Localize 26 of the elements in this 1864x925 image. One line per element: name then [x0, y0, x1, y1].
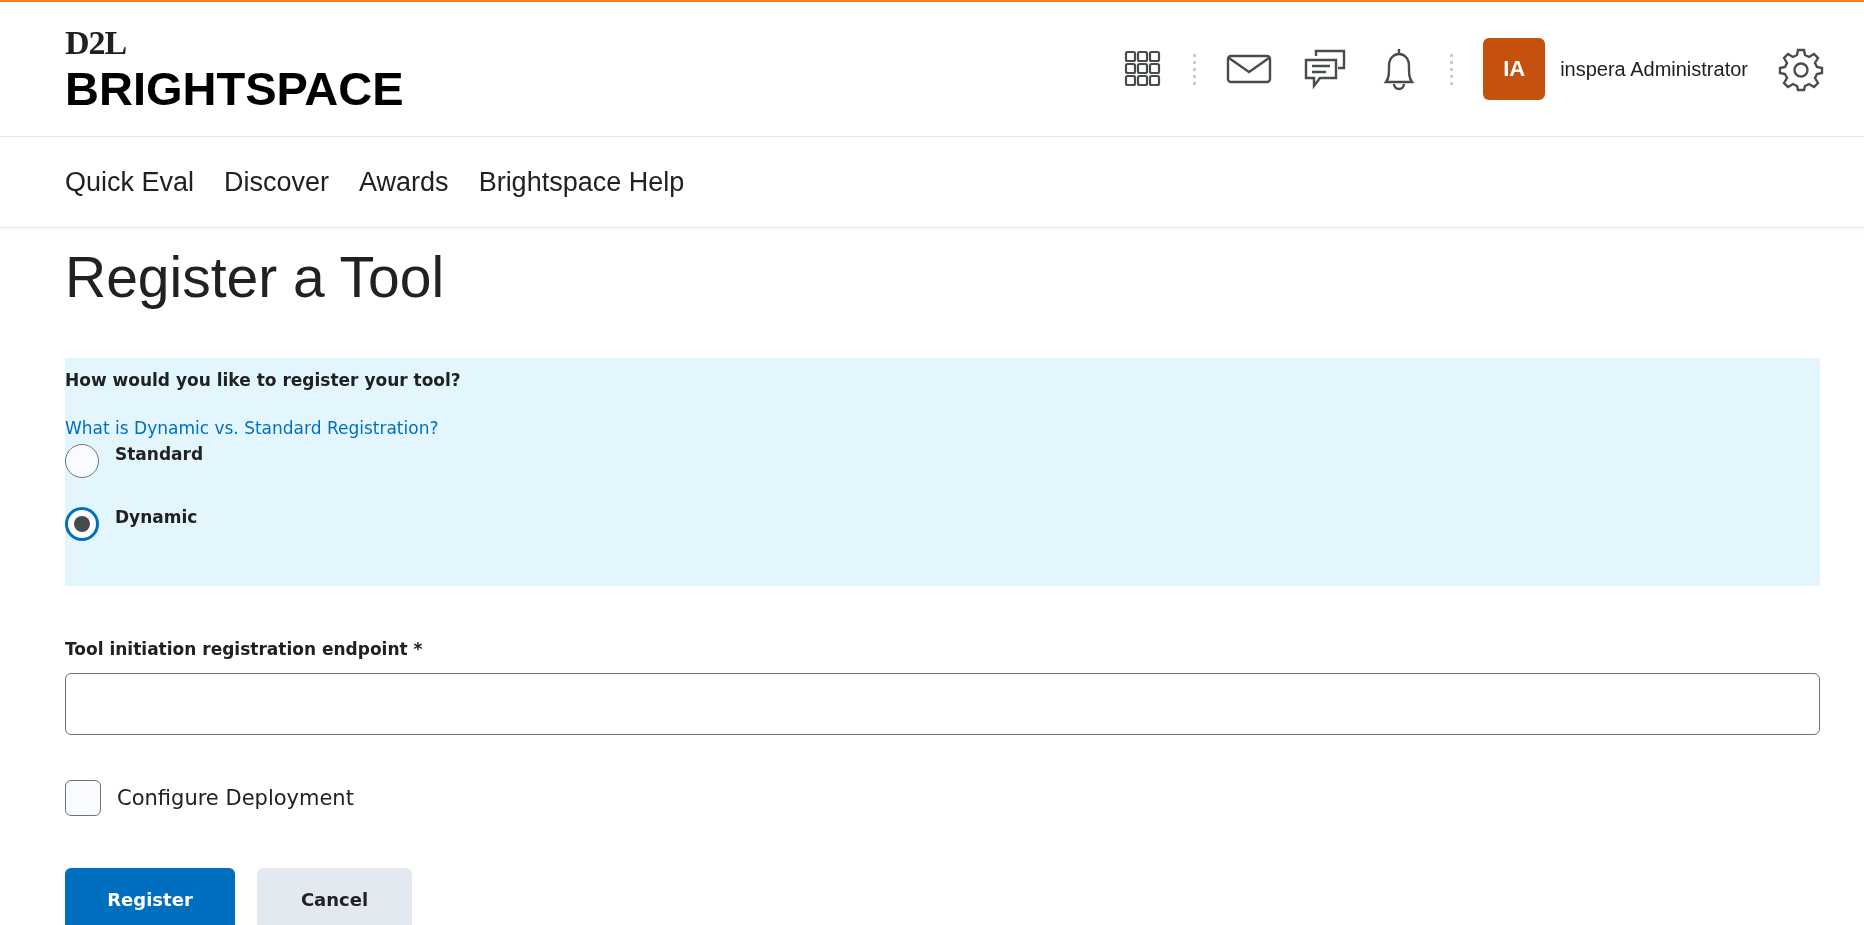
user-menu[interactable]: IA inspera Administrator	[1483, 38, 1748, 100]
separator-dots	[1193, 52, 1197, 86]
radio-label: Standard	[115, 444, 204, 464]
nav-link[interactable]: Quick Eval	[65, 166, 195, 198]
logo-wordmark: BRIGHTSPACE	[65, 66, 404, 112]
user-name: inspera Administrator	[1560, 57, 1748, 81]
mail-icon[interactable]	[1226, 53, 1273, 85]
settings-icon[interactable]	[1778, 46, 1824, 92]
radio-button[interactable]	[65, 507, 99, 541]
register-button[interactable]: Register	[65, 868, 235, 925]
radio-label: Dynamic	[115, 507, 198, 527]
radio-button[interactable]	[65, 444, 99, 478]
page-title: Register a Tool	[65, 244, 446, 310]
field-label: Tool initiation registration endpoint *	[65, 639, 424, 659]
question-label: How would you like to register your tool?	[65, 370, 462, 390]
help-link[interactable]: What is Dynamic vs. Standard Registration?	[65, 418, 439, 438]
logo-mark: D2L	[65, 26, 128, 60]
checkbox-label: Configure Deployment	[117, 786, 354, 810]
nav-link[interactable]: Discover	[224, 166, 330, 198]
user-avatar: IA	[1483, 38, 1546, 100]
endpoint-input-field[interactable]	[65, 673, 1820, 735]
nav-link[interactable]: Awards	[359, 166, 449, 198]
separator-dots	[1450, 52, 1454, 86]
checkbox[interactable]	[65, 780, 101, 816]
nav-link[interactable]: Brightspace Help	[478, 166, 685, 198]
cancel-button[interactable]: Cancel	[257, 868, 412, 925]
